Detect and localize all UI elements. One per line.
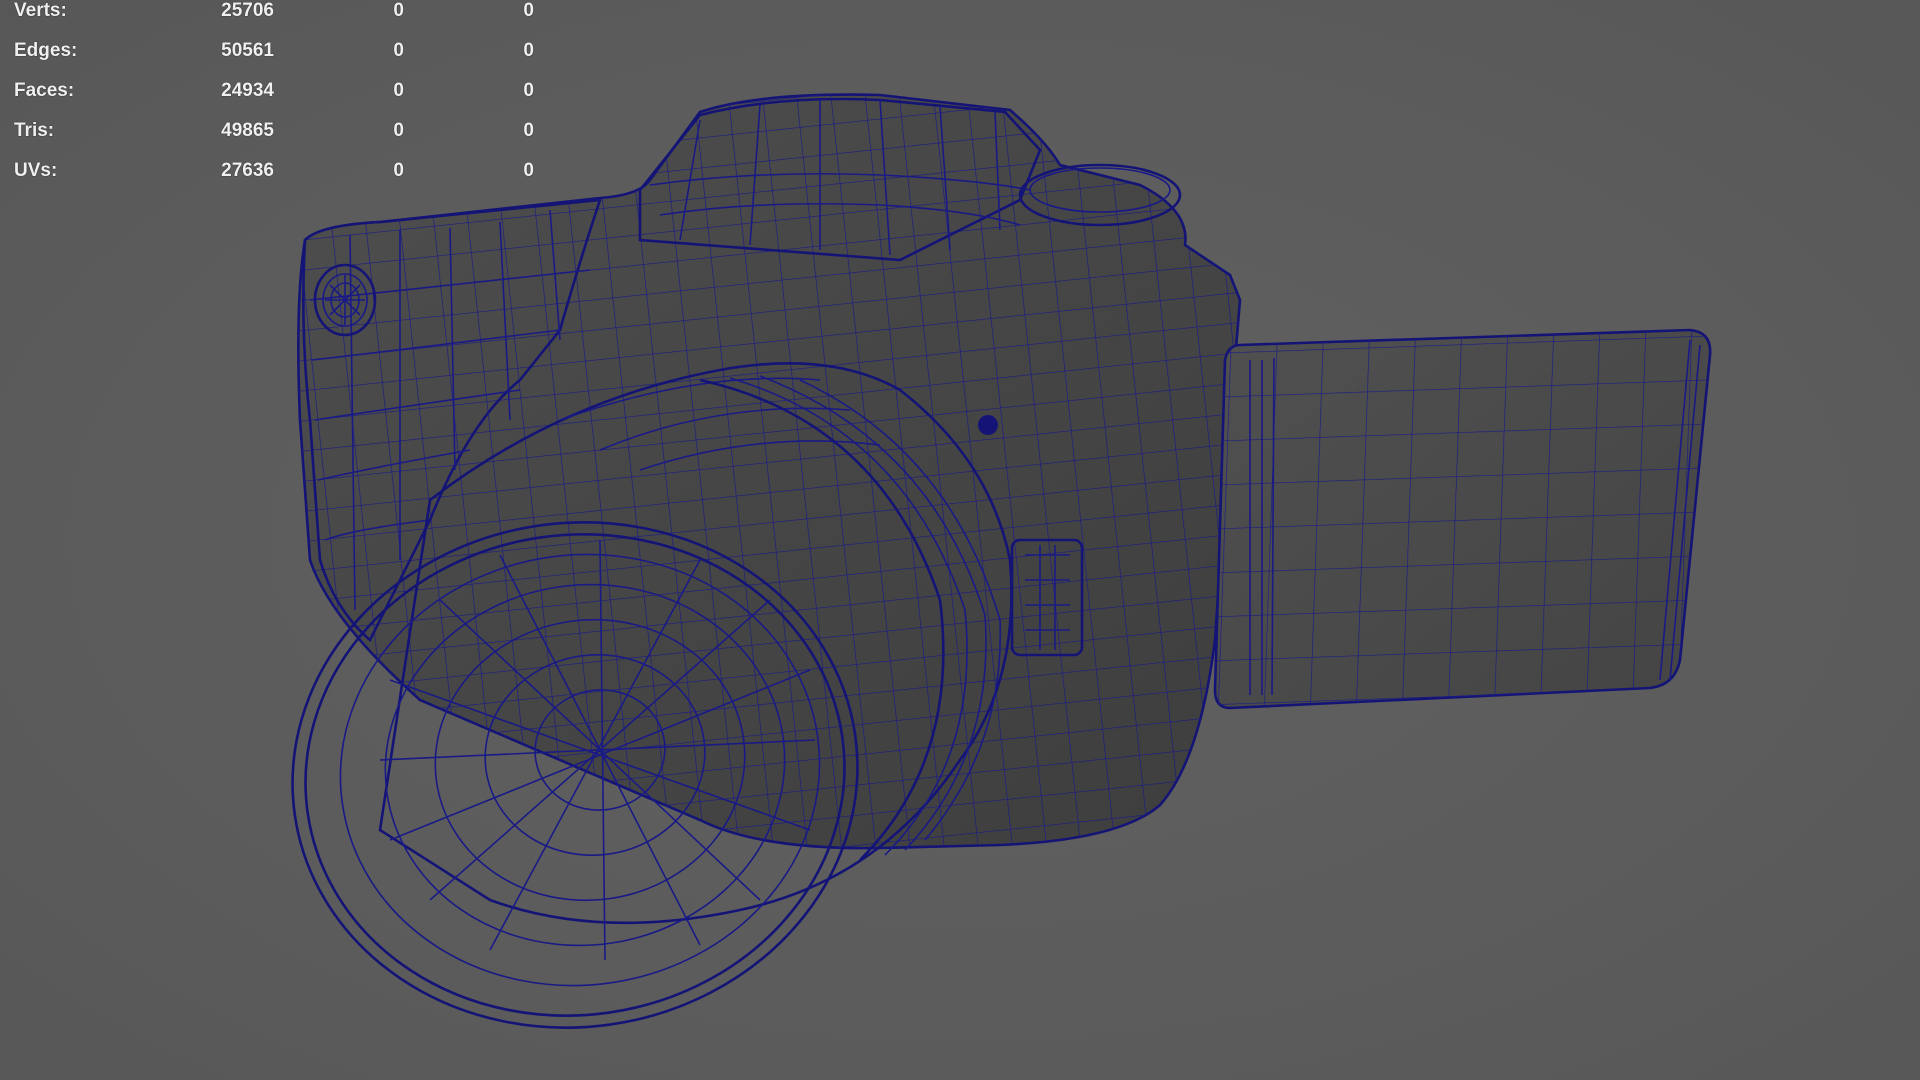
hud-value: 0 (393, 40, 404, 61)
hud-value: 0 (393, 80, 404, 101)
hud-row-tris: Tris: 49865 0 0 (14, 120, 534, 160)
hud-value: 0 (393, 160, 404, 181)
poly-count-hud: Verts: 25706 0 0 Edges: 50561 0 0 Faces:… (14, 0, 534, 200)
hud-value: 24934 (221, 80, 274, 101)
hud-label: Faces: (14, 80, 75, 101)
hud-label: Tris: (14, 120, 55, 141)
lens-release-button[interactable] (978, 415, 998, 435)
hud-value: 0 (523, 160, 534, 181)
hud-value: 50561 (221, 40, 274, 61)
hud-value: 49865 (221, 120, 274, 141)
hud-value: 25706 (221, 0, 274, 21)
hud-row-verts: Verts: 25706 0 0 (14, 0, 534, 40)
hud-row-edges: Edges: 50561 0 0 (14, 40, 534, 80)
hud-label: Edges: (14, 40, 78, 61)
hud-value: 0 (523, 120, 534, 141)
hud-value: 0 (523, 0, 534, 21)
hud-value: 0 (393, 0, 404, 21)
hud-value: 27636 (221, 160, 274, 181)
hud-label: UVs: (14, 160, 58, 181)
hud-row-faces: Faces: 24934 0 0 (14, 80, 534, 120)
hud-value: 0 (393, 120, 404, 141)
camera-body[interactable] (297, 93, 1242, 850)
hud-label: Verts: (14, 0, 67, 21)
hud-value: 0 (523, 80, 534, 101)
3d-viewport[interactable]: Verts: 25706 0 0 Edges: 50561 0 0 Faces:… (0, 0, 1920, 1080)
hud-row-uvs: UVs: 27636 0 0 (14, 160, 534, 200)
hud-value: 0 (523, 40, 534, 61)
articulating-screen[interactable] (1213, 328, 1712, 710)
